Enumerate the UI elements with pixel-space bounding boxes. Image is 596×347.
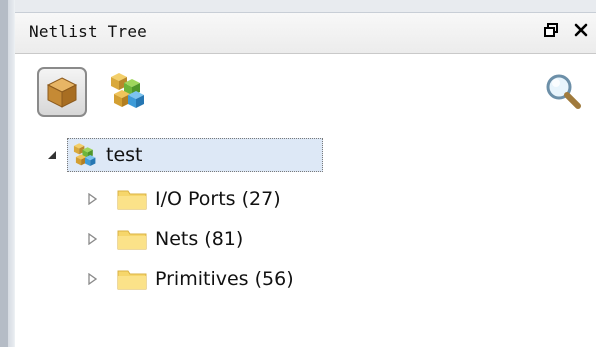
close-icon[interactable] bbox=[570, 19, 592, 41]
panel-header: Netlist Tree bbox=[15, 13, 596, 54]
single-cube-icon bbox=[46, 77, 78, 108]
expand-arrow-icon[interactable] bbox=[85, 232, 99, 246]
design-cubes-icon bbox=[73, 143, 96, 167]
panel-title: Netlist Tree bbox=[29, 22, 147, 41]
search-icon bbox=[546, 74, 581, 109]
single-cube-view-button[interactable] bbox=[37, 67, 87, 117]
restore-window-icon[interactable] bbox=[540, 19, 562, 41]
multi-cubes-view-button[interactable] bbox=[103, 66, 153, 116]
expand-arrow-icon[interactable] bbox=[85, 192, 99, 206]
tree-node-label: Nets (81) bbox=[155, 228, 244, 250]
tree-node-primitives[interactable]: Primitives (56) bbox=[85, 262, 294, 296]
tree-node-root[interactable]: test bbox=[45, 138, 323, 172]
expand-arrow-icon[interactable] bbox=[85, 272, 99, 286]
tree-node-label: I/O Ports (27) bbox=[155, 188, 281, 210]
tree-node-nets[interactable]: Nets (81) bbox=[85, 222, 243, 256]
netlist-tree-panel: Netlist Tree test I/O Ports (27) Nets (8… bbox=[0, 0, 596, 347]
tree-node-label: Primitives (56) bbox=[155, 268, 294, 290]
folder-icon bbox=[117, 270, 147, 290]
window-left-border bbox=[0, 0, 15, 347]
search-button[interactable] bbox=[538, 66, 588, 116]
multi-cubes-icon bbox=[111, 73, 144, 108]
header-controls bbox=[540, 19, 592, 41]
folder-icon bbox=[117, 190, 147, 210]
tree-node-root-selection[interactable]: test bbox=[67, 138, 323, 172]
tree-node-io-ports[interactable]: I/O Ports (27) bbox=[85, 182, 281, 216]
window-top-border bbox=[15, 0, 596, 13]
tree-node-label: test bbox=[106, 144, 143, 166]
toolbar bbox=[15, 54, 596, 126]
collapse-arrow-icon[interactable] bbox=[45, 148, 59, 162]
netlist-tree: test I/O Ports (27) Nets (81) Primitives… bbox=[15, 128, 596, 347]
folder-icon bbox=[117, 230, 147, 250]
